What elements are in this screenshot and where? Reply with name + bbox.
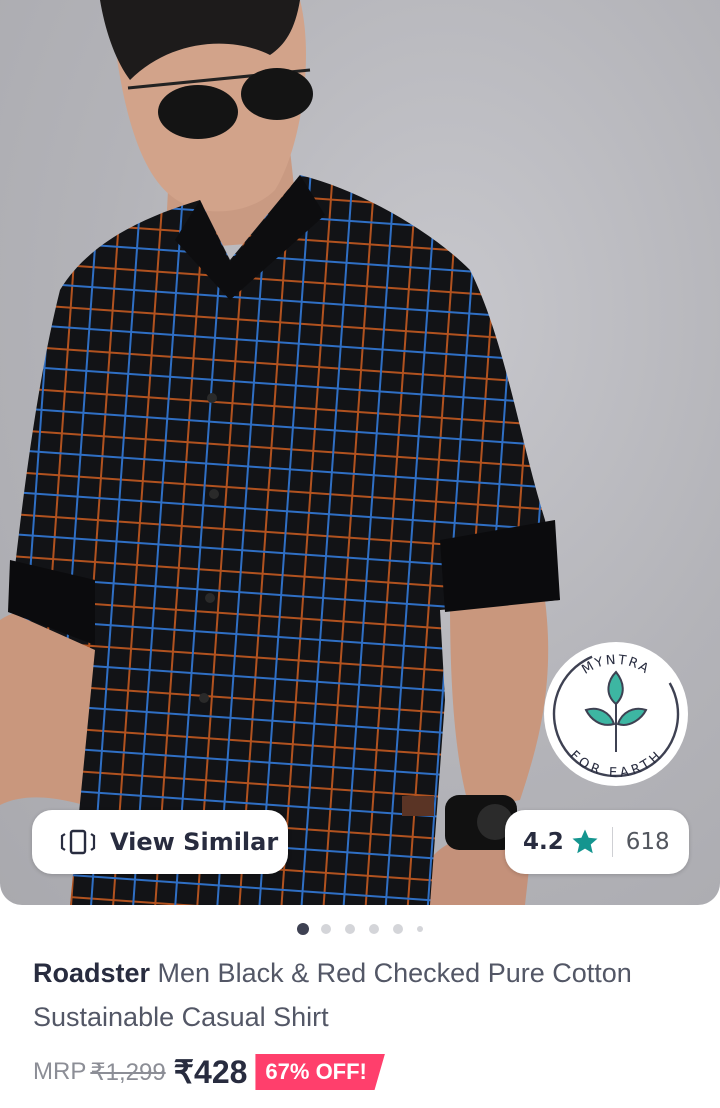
svg-text:FOR EARTH: FOR EARTH <box>566 748 665 781</box>
current-price: ₹428 <box>173 1054 248 1090</box>
carousel-indicator <box>0 923 720 935</box>
brand-name[interactable]: Roadster <box>33 958 150 988</box>
leaf-icon <box>584 670 648 752</box>
carousel-dot[interactable] <box>417 926 423 932</box>
original-price: ₹1,299 <box>90 1058 166 1086</box>
view-similar-label: View Similar <box>110 828 279 856</box>
product-title: Roadster Men Black & Red Checked Pure Co… <box>33 951 693 1039</box>
carousel-dot[interactable] <box>321 924 331 934</box>
myntra-for-earth-badge: MYNTRA FOR EARTH <box>544 642 688 786</box>
view-similar-button[interactable]: View Similar <box>32 810 288 874</box>
rating-badge[interactable]: 4.2 618 <box>505 810 689 874</box>
price-row: MRP ₹1,299 ₹428 67% OFF! <box>33 1050 385 1094</box>
carousel-dot[interactable] <box>393 924 403 934</box>
similar-icon <box>60 829 96 855</box>
rating-divider <box>611 827 613 857</box>
discount-badge: 67% OFF! <box>255 1054 385 1090</box>
carousel-dot[interactable] <box>345 924 355 934</box>
mrp-label: MRP <box>33 1058 87 1085</box>
rating-count: 618 <box>625 829 670 855</box>
rating-value: 4.2 <box>523 829 564 855</box>
carousel-dot[interactable] <box>297 923 309 935</box>
badge-bottom-text: FOR EARTH <box>566 748 663 781</box>
carousel-dot[interactable] <box>369 924 379 934</box>
star-icon <box>572 829 598 854</box>
